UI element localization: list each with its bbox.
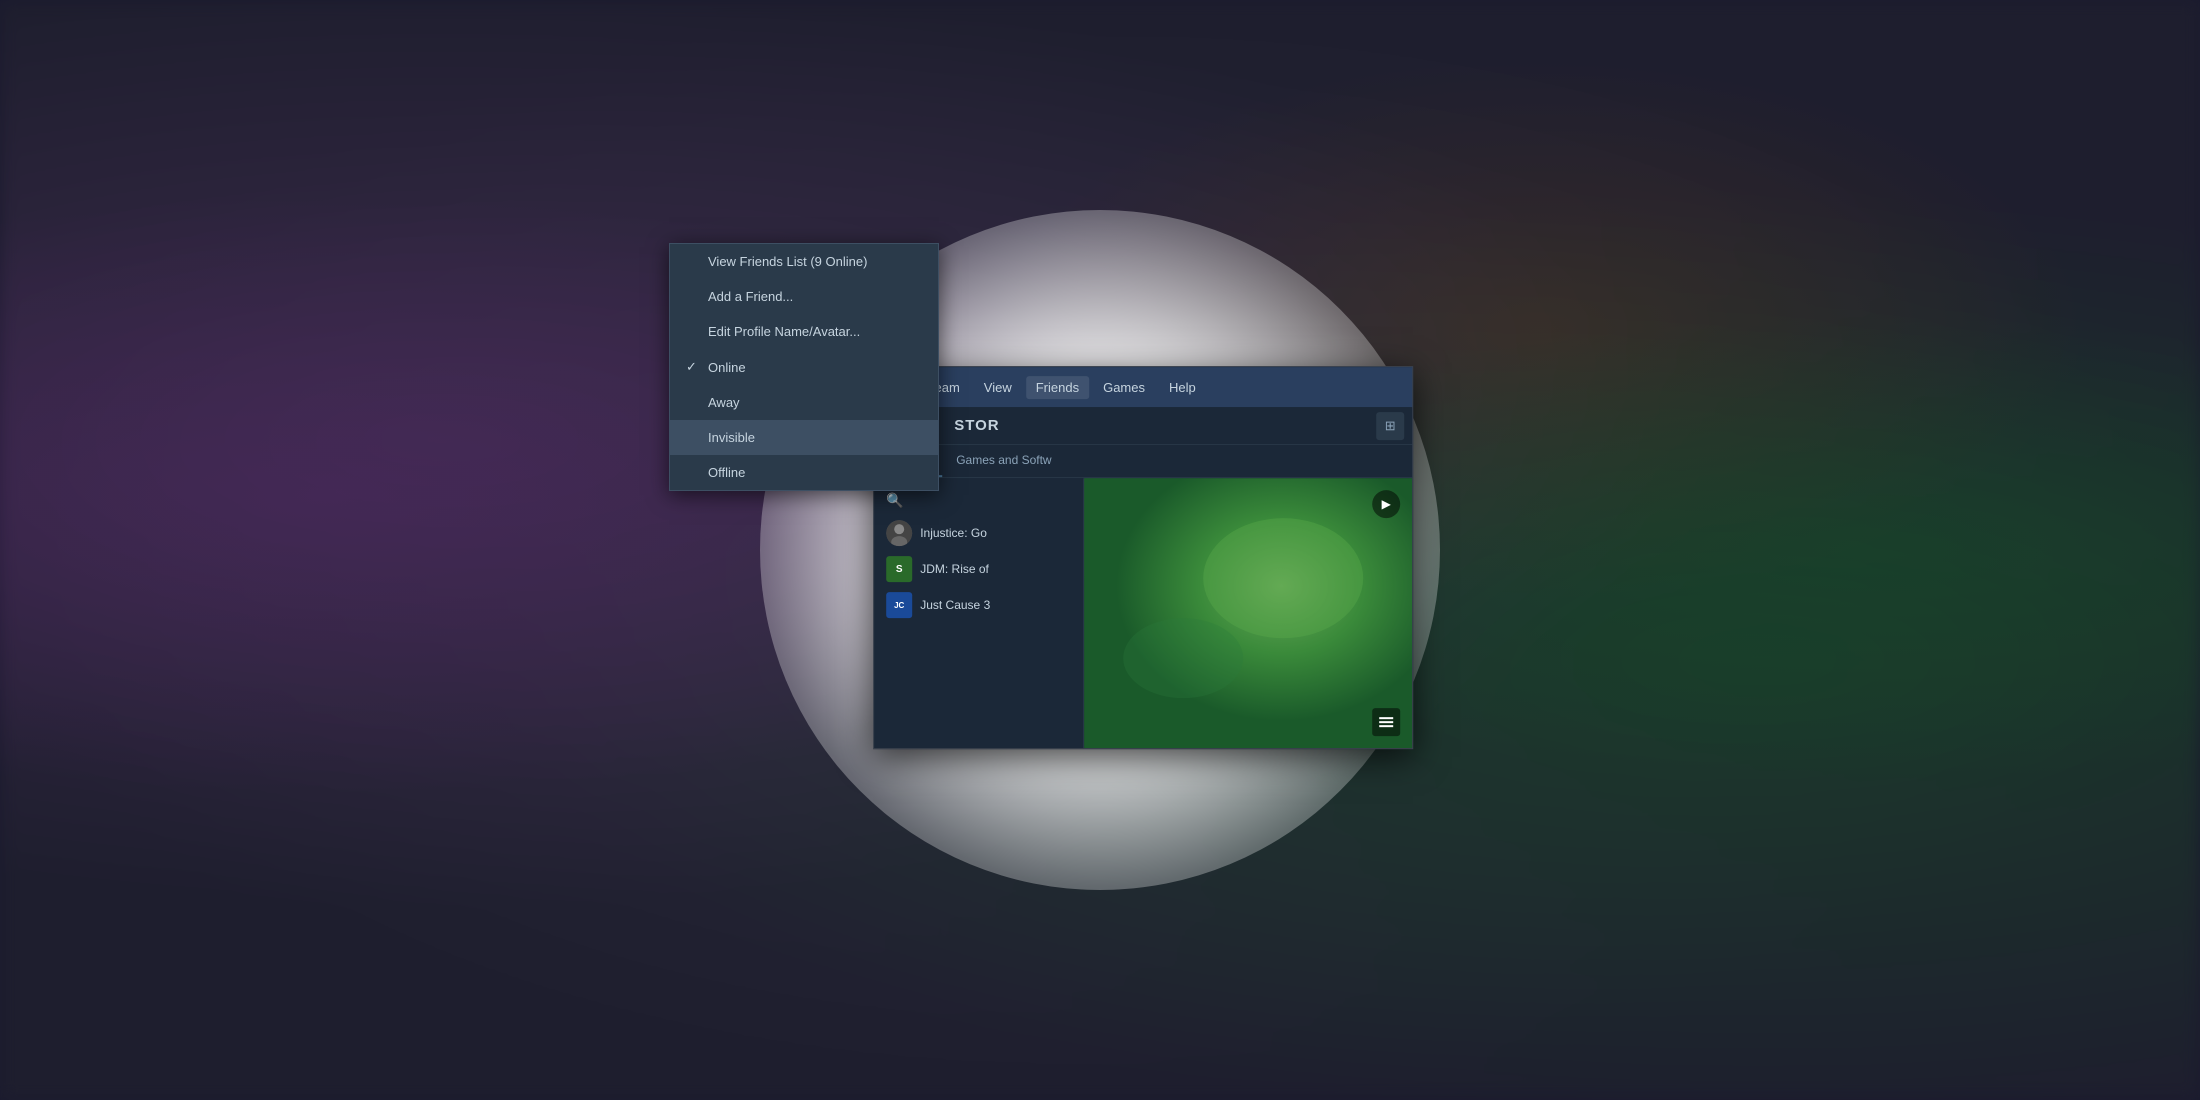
add-friend-label: Add a Friend... — [708, 289, 793, 304]
sidebar: 🔍 Injustice: Go S JDM: Rise of — [874, 478, 1084, 748]
grid-view-button[interactable]: ⊞ — [1376, 412, 1404, 440]
offline-label: Offline — [708, 465, 745, 480]
online-label: Online — [708, 360, 746, 375]
menu-friends[interactable]: Friends — [1026, 376, 1089, 399]
dropdown-add-friend[interactable]: Add a Friend... — [670, 279, 938, 314]
injustice-name: Injustice: Go — [920, 526, 987, 540]
jdm-name: JDM: Rise of — [920, 562, 989, 576]
injustice-thumb — [886, 520, 912, 546]
game-item-injustice[interactable]: Injustice: Go — [874, 515, 1083, 551]
banner-menu-button[interactable] — [1372, 708, 1400, 736]
dropdown-offline[interactable]: Offline — [670, 455, 938, 490]
nav-bar: ← → STOR ⊞ — [874, 407, 1412, 445]
tab-games-software[interactable]: Games and Softw — [942, 445, 1065, 477]
dropdown-away[interactable]: Away — [670, 385, 938, 420]
friends-dropdown-menu: View Friends List (9 Online) Add a Frien… — [669, 243, 939, 491]
game-item-jdm[interactable]: S JDM: Rise of — [874, 551, 1083, 587]
view-friends-label: View Friends List (9 Online) — [708, 254, 867, 269]
dropdown-invisible[interactable]: Invisible — [670, 420, 938, 455]
dropdown-view-friends[interactable]: View Friends List (9 Online) — [670, 244, 938, 279]
search-icon: 🔍 — [886, 492, 903, 509]
dropdown-online[interactable]: ✓ Online — [670, 349, 938, 385]
game-item-justcause[interactable]: JC Just Cause 3 — [874, 587, 1083, 623]
justcause-thumb: JC — [886, 592, 912, 618]
jdm-thumb-label: S — [896, 564, 903, 575]
nav-right-icons: ⊞ — [1376, 412, 1404, 440]
menu-view[interactable]: View — [974, 376, 1022, 399]
banner-art — [1084, 478, 1412, 748]
menu-bar: Steam View Friends Games Help — [874, 367, 1412, 407]
store-tabs: Home Games and Softw — [874, 445, 1412, 478]
right-panel: ▶ — [1084, 478, 1412, 748]
nav-title: STOR — [954, 417, 999, 434]
away-label: Away — [708, 395, 740, 410]
justcause-name: Just Cause 3 — [920, 598, 990, 612]
steam-window: Steam View Friends Games Help ← → STOR ⊞… — [873, 366, 1413, 749]
content-area: 🔍 Injustice: Go S JDM: Rise of — [874, 478, 1412, 748]
edit-profile-label: Edit Profile Name/Avatar... — [708, 324, 860, 339]
justcause-thumb-label: JC — [894, 601, 904, 610]
invisible-label: Invisible — [708, 430, 755, 445]
menu-games[interactable]: Games — [1093, 376, 1155, 399]
banner-play-button[interactable]: ▶ — [1372, 490, 1400, 518]
dropdown-edit-profile[interactable]: Edit Profile Name/Avatar... — [670, 314, 938, 349]
jdm-thumb: S — [886, 556, 912, 582]
menu-help[interactable]: Help — [1159, 376, 1206, 399]
